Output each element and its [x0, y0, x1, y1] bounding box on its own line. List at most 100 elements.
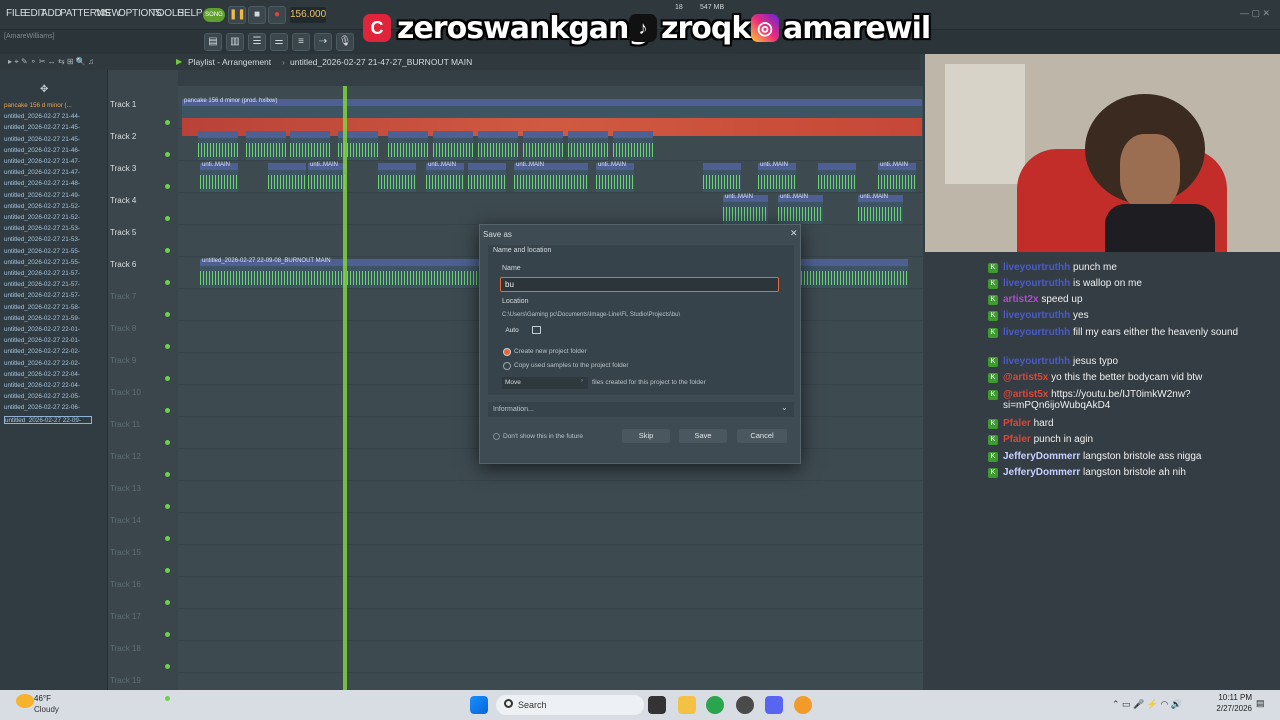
snap-icon[interactable]: ▸ ⌖ ✎ ⚬ ✂ ↔ ⇆ ⊞ 🔍 ♫: [8, 57, 94, 67]
weather-desc[interactable]: Cloudy: [34, 705, 59, 714]
track-mute-led[interactable]: [165, 568, 170, 573]
browser-item[interactable]: untitled_2026-02-27 22-09-: [4, 415, 92, 424]
tempo-display[interactable]: 156.000: [290, 7, 326, 23]
browser-item[interactable]: untitled_2026-02-27 22-02-: [4, 348, 92, 356]
browser-item[interactable]: untitled_2026-02-27 21-53-: [4, 236, 92, 244]
chat-username[interactable]: Pfaler: [1003, 418, 1031, 429]
track-name[interactable]: Track 9: [110, 356, 136, 365]
menu-add[interactable]: ADD: [41, 8, 62, 19]
browser-item[interactable]: untitled_2026-02-27 21-44-: [4, 113, 92, 121]
windows-start-icon[interactable]: [470, 696, 488, 714]
browser-item[interactable]: untitled_2026-02-27 22-01-: [4, 337, 92, 345]
track-name[interactable]: Track 7: [110, 292, 136, 301]
audio-clip[interactable]: [613, 131, 653, 160]
file-explorer-icon[interactable]: [678, 696, 696, 714]
browser-item[interactable]: untitled_2026-02-27 21-57-: [4, 281, 92, 289]
chat-username[interactable]: liveyourtruthh: [1003, 310, 1070, 321]
track-lane[interactable]: [178, 481, 923, 513]
audio-clip[interactable]: unti..MAIN: [596, 162, 634, 192]
save-button[interactable]: Save: [679, 429, 727, 443]
task-view-icon[interactable]: [648, 696, 666, 714]
track-mute-led[interactable]: [165, 184, 170, 189]
chevron-down-icon[interactable]: ⌄: [781, 403, 788, 412]
browser-item[interactable]: pancake 156 d minor (...: [4, 102, 92, 110]
audio-clip[interactable]: unti..MAIN: [200, 162, 238, 192]
track-mute-led[interactable]: [165, 216, 170, 221]
folder-icon[interactable]: [532, 326, 541, 334]
dont-show-checkbox[interactable]: [493, 433, 500, 440]
record-icon[interactable]: ●: [268, 6, 286, 24]
track-lane[interactable]: [178, 513, 923, 545]
chat-username[interactable]: liveyourtruthh: [1003, 356, 1070, 367]
create-folder-radio[interactable]: [503, 348, 511, 356]
track-lane[interactable]: [178, 545, 923, 577]
browser-item[interactable]: untitled_2026-02-27 22-05-: [4, 393, 92, 401]
audio-clip[interactable]: unti..MAIN: [723, 194, 768, 224]
track-mute-led[interactable]: [165, 312, 170, 317]
audio-clip[interactable]: [268, 163, 306, 192]
playlist-icon[interactable]: ▤: [204, 33, 222, 51]
browser-item[interactable]: untitled_2026-02-27 21-46-: [4, 147, 92, 155]
browser-item[interactable]: untitled_2026-02-27 22-04-: [4, 371, 92, 379]
playhead[interactable]: [343, 86, 347, 690]
audio-clip[interactable]: [798, 259, 908, 288]
browser-item[interactable]: untitled_2026-02-27 21-52-: [4, 214, 92, 222]
location-path[interactable]: C:\Users\Gaming pc\Documents\Image-Line\…: [502, 312, 680, 318]
browser-item[interactable]: untitled_2026-02-27 21-45-: [4, 136, 92, 144]
track-mute-led[interactable]: [165, 280, 170, 285]
audio-clip[interactable]: unti..MAIN: [514, 162, 552, 192]
pattern-name[interactable]: untitled_2026-02-27 21-47-27_BURNOUT MAI…: [290, 57, 472, 67]
skip-button[interactable]: Skip: [622, 429, 670, 443]
track-name[interactable]: Track 18: [110, 644, 141, 653]
fl-studio-icon[interactable]: [794, 696, 812, 714]
track-mute-led[interactable]: [165, 696, 170, 701]
chat-username[interactable]: liveyourtruthh: [1003, 327, 1070, 338]
clock-time[interactable]: 10:11 PM: [1214, 693, 1252, 702]
obs-icon[interactable]: [736, 696, 754, 714]
browser-item[interactable]: untitled_2026-02-27 21-45-: [4, 124, 92, 132]
audio-clip[interactable]: [523, 131, 563, 160]
audio-clip[interactable]: unti..MAIN: [858, 194, 903, 224]
track-mute-led[interactable]: [165, 248, 170, 253]
browser-item[interactable]: untitled_2026-02-27 21-53-: [4, 225, 92, 233]
browser-item[interactable]: untitled_2026-02-27 22-06-: [4, 404, 92, 412]
track-name[interactable]: Track 15: [110, 548, 141, 557]
track-mute-led[interactable]: [165, 472, 170, 477]
audio-clip[interactable]: [290, 131, 330, 160]
audio-clip[interactable]: [378, 163, 416, 192]
track-name[interactable]: Track 17: [110, 612, 141, 621]
information-label[interactable]: Information...: [493, 406, 534, 413]
track-name[interactable]: Track 12: [110, 452, 141, 461]
discord-icon[interactable]: [765, 696, 783, 714]
move-select[interactable]: Move: [502, 377, 588, 389]
browser-item[interactable]: untitled_2026-02-27 21-57-: [4, 292, 92, 300]
track-mute-led[interactable]: [165, 344, 170, 349]
audio-clip[interactable]: pancake 156 d minor (prod. hxllxw): [182, 98, 922, 136]
window-controls[interactable]: — ▢ ✕: [1240, 8, 1270, 19]
track-name[interactable]: Track 13: [110, 484, 141, 493]
audio-clip[interactable]: [198, 131, 238, 160]
audio-clip[interactable]: unti..MAIN: [426, 162, 464, 192]
track-lane[interactable]: [178, 577, 923, 609]
weather-temp[interactable]: 46°F: [34, 694, 51, 703]
track-lane[interactable]: [178, 673, 923, 690]
audio-clip[interactable]: [388, 131, 428, 160]
browser-item[interactable]: untitled_2026-02-27 21-47-: [4, 169, 92, 177]
clock-date[interactable]: 2/27/2026: [1210, 704, 1252, 713]
channel-rack-icon[interactable]: ☰: [248, 33, 266, 51]
browser-item[interactable]: untitled_2026-02-27 21-48-: [4, 180, 92, 188]
browser-item[interactable]: untitled_2026-02-27 21-59-: [4, 315, 92, 323]
browser-item[interactable]: untitled_2026-02-27 21-55-: [4, 248, 92, 256]
track-mute-led[interactable]: [165, 504, 170, 509]
audio-clip[interactable]: unti..MAIN: [308, 162, 346, 192]
cancel-button[interactable]: Cancel: [737, 429, 787, 443]
chat-username[interactable]: JefferyDommerr: [1003, 467, 1080, 478]
browser-item[interactable]: untitled_2026-02-27 21-49-: [4, 192, 92, 200]
browser-item[interactable]: untitled_2026-02-27 21-52-: [4, 203, 92, 211]
chat-username[interactable]: liveyourtruthh: [1003, 262, 1070, 273]
name-input[interactable]: bu: [500, 277, 779, 292]
tray-icons[interactable]: ⌃ ▭ 🎤 ⚡ ◠ 🔊: [1112, 699, 1182, 710]
audio-clip[interactable]: [246, 131, 286, 160]
piano-roll-icon[interactable]: ▥: [226, 33, 244, 51]
audio-clip[interactable]: [550, 163, 588, 192]
